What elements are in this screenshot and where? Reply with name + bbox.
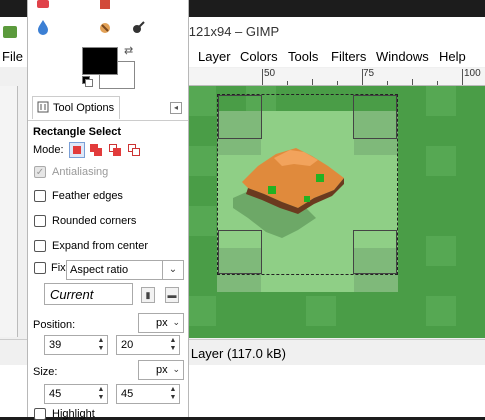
- size-width-field[interactable]: 45 ▲ ▼: [44, 384, 108, 404]
- antialiasing-label: Antialiasing: [52, 166, 109, 178]
- rounded-corners-row[interactable]: Rounded corners: [34, 215, 136, 227]
- tab-menu-icon[interactable]: ◂: [170, 102, 182, 114]
- ruler-label: 50: [264, 68, 276, 79]
- chevron-down-icon: ⌄: [172, 364, 180, 374]
- ruler-tick: [337, 81, 338, 85]
- menu-file[interactable]: File: [2, 49, 23, 64]
- size-unit-dropdown[interactable]: px ⌄: [138, 360, 184, 380]
- highlight-checkbox[interactable]: [34, 408, 46, 420]
- eraser-icon[interactable]: [33, 0, 53, 14]
- size-height-value: 45: [121, 388, 134, 400]
- size-height-field[interactable]: 45 ▲ ▼: [116, 384, 180, 404]
- fixed-option-dropdown[interactable]: Aspect ratio ⌄: [66, 260, 184, 280]
- highlight-row[interactable]: Highlight: [34, 408, 95, 420]
- gimp-app-icon: [3, 26, 17, 38]
- fixed-checkbox[interactable]: [34, 262, 46, 274]
- selection-handle-top-left[interactable]: [218, 95, 262, 139]
- expand-from-center-label: Expand from center: [52, 240, 148, 252]
- position-unit-dropdown[interactable]: px ⌄: [138, 313, 184, 333]
- tool-name: Rectangle Select: [33, 126, 122, 138]
- mode-row: Mode:: [33, 142, 142, 158]
- ruler-tick: [262, 69, 263, 85]
- mode-label: Mode:: [33, 144, 64, 156]
- ruler-label: 75: [363, 68, 375, 79]
- feather-edges-row[interactable]: Feather edges: [34, 190, 123, 202]
- expand-from-center-row[interactable]: Expand from center: [34, 240, 148, 252]
- stepper-icon[interactable]: ▲ ▼: [169, 337, 177, 353]
- selection-handle-bottom-right[interactable]: [353, 230, 397, 274]
- selection-handle-top-right[interactable]: [353, 95, 397, 139]
- bucket-fill-icon[interactable]: [33, 17, 53, 37]
- mode-subtract-icon[interactable]: [107, 142, 123, 158]
- size-width-value: 45: [49, 388, 62, 400]
- expand-from-center-checkbox[interactable]: [34, 240, 46, 252]
- rounded-corners-label: Rounded corners: [52, 215, 137, 227]
- position-unit: px: [156, 317, 168, 329]
- mode-intersect-icon[interactable]: [126, 142, 142, 158]
- feather-edges-label: Feather edges: [52, 190, 123, 202]
- foreground-color-swatch[interactable]: [82, 47, 118, 75]
- portrait-icon[interactable]: ▮: [141, 287, 155, 303]
- status-text: d Layer (117.0 kB): [180, 346, 286, 361]
- smudge-icon[interactable]: [95, 17, 115, 37]
- antialiasing-checkbox[interactable]: ✓: [34, 166, 46, 178]
- ruler-tick: [437, 81, 438, 85]
- menu-help[interactable]: Help: [439, 49, 466, 64]
- size-unit: px: [156, 364, 168, 376]
- rectangle-selection[interactable]: [217, 94, 398, 275]
- tab-tool-options[interactable]: Tool Options: [32, 96, 120, 119]
- stepper-icon[interactable]: ▲ ▼: [169, 386, 177, 402]
- selection-handle-bottom-left[interactable]: [218, 230, 262, 274]
- fixed-value-text: Current: [50, 287, 94, 302]
- chevron-down-icon: ⌄: [172, 317, 180, 327]
- tool-options-icon: [37, 101, 49, 116]
- stepper-icon[interactable]: ▲ ▼: [97, 386, 105, 402]
- antialiasing-row[interactable]: ✓ Antialiasing: [34, 166, 108, 178]
- position-label: Position:: [33, 319, 76, 331]
- ruler-tick: [312, 79, 313, 85]
- mode-add-icon[interactable]: [88, 142, 104, 158]
- reset-colors-icon[interactable]: [82, 76, 93, 87]
- menu-tools[interactable]: Tools: [288, 49, 318, 64]
- horizontal-ruler[interactable]: 50 75 100: [180, 68, 485, 86]
- feather-edges-checkbox[interactable]: [34, 190, 46, 202]
- ruler-tick: [462, 69, 463, 85]
- ruler-tick: [387, 81, 388, 85]
- ruler-tick: [412, 79, 413, 85]
- vertical-ruler[interactable]: [0, 86, 18, 337]
- tab-label: Tool Options: [53, 102, 115, 114]
- ruler-tick: [287, 81, 288, 85]
- rounded-corners-checkbox[interactable]: [34, 215, 46, 227]
- chevron-down-icon: ⌄: [162, 261, 183, 279]
- fixed-option-value: Aspect ratio: [70, 264, 129, 276]
- size-label: Size:: [33, 366, 58, 378]
- landscape-icon[interactable]: ▬: [165, 287, 179, 303]
- position-x-value: 39: [49, 339, 62, 351]
- position-y-field[interactable]: 20 ▲ ▼: [116, 335, 180, 355]
- toolbox-dock: ⇄ Tool Options ◂ Rectangle Select Mode: …: [27, 0, 189, 420]
- position-x-field[interactable]: 39 ▲ ▼: [44, 335, 108, 355]
- position-y-value: 20: [121, 339, 134, 351]
- ruler-tick: [362, 69, 363, 85]
- tool-options-tab-bar: Tool Options ◂: [28, 96, 188, 121]
- ruler-label: 100: [464, 68, 481, 79]
- mode-replace-icon[interactable]: [68, 142, 85, 158]
- ink-icon[interactable]: [128, 17, 148, 37]
- stepper-icon[interactable]: ▲ ▼: [97, 337, 105, 353]
- menu-windows[interactable]: Windows: [376, 49, 429, 64]
- fixed-value-field[interactable]: Current: [44, 283, 133, 305]
- swap-colors-icon[interactable]: ⇄: [124, 44, 133, 57]
- highlight-label: Highlight: [52, 408, 95, 420]
- menu-colors[interactable]: Colors: [240, 49, 278, 64]
- menu-layer[interactable]: Layer: [198, 49, 231, 64]
- menu-filters[interactable]: Filters: [331, 49, 366, 64]
- dodge-icon[interactable]: [95, 0, 115, 14]
